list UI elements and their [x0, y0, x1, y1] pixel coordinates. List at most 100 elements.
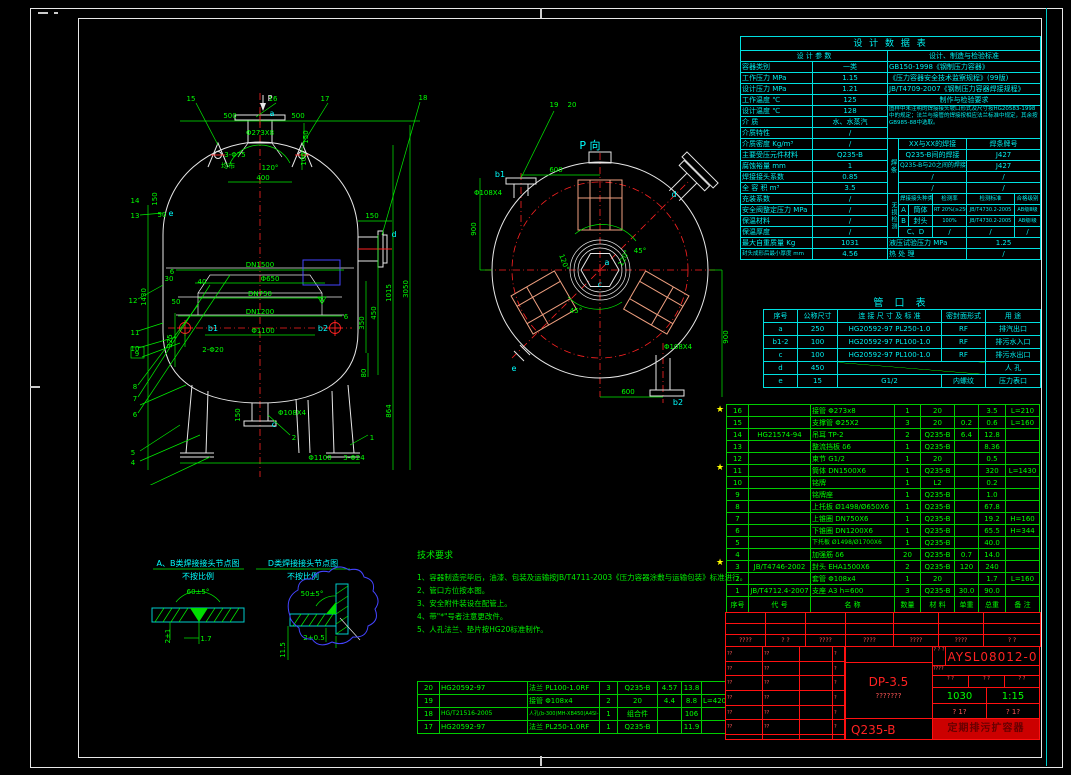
- cell: [748, 500, 811, 513]
- sig-cell: ??: [762, 660, 800, 677]
- svg-text:900: 900: [722, 330, 730, 343]
- svg-text:13: 13: [131, 212, 140, 220]
- cell: 内螺纹: [941, 374, 986, 388]
- cell: 20: [617, 694, 658, 708]
- svg-text:45°: 45°: [634, 247, 646, 255]
- cell: Q235-B: [920, 440, 955, 453]
- cell: 全 容 积 m³: [740, 182, 813, 194]
- front-labels: P 500 500 Φ273X8 a 150 100 3-Φ75 均布 120°…: [129, 94, 428, 467]
- cell: 法兰 PL250-1.0RF: [527, 720, 600, 734]
- cell: 240: [978, 560, 1006, 573]
- cell: Q235-B: [812, 149, 888, 161]
- p-view-title: P 向: [579, 138, 600, 152]
- cell: 筒体 DN1500X6: [810, 464, 895, 477]
- cell: 3: [894, 584, 921, 597]
- rev-header-cell: ? ?: [765, 634, 806, 647]
- cell: Q235-B: [617, 681, 658, 695]
- fab-header: 制作与检验要求: [886, 94, 1042, 106]
- tb-material-cell: Q235-B: [844, 718, 933, 740]
- svg-text:c: c: [272, 420, 276, 429]
- cell: 20: [920, 452, 955, 465]
- detail-ab: A、B类焊接接头节点图 不按比例 60±5° 1.7 2±1: [151, 558, 245, 644]
- cell: JB/T4746-2002: [748, 560, 811, 573]
- cell: 20: [920, 572, 955, 585]
- cell: [657, 720, 682, 734]
- cell: 20: [417, 681, 440, 695]
- cell: 腐蚀裕量 mm: [740, 160, 813, 172]
- cell: 12.8: [978, 428, 1006, 441]
- weld-details: A、B类焊接接头节点图 不按比例 60±5° 1.7 2±1 D类焊接接头节点图…: [151, 558, 379, 660]
- cell: 接管 Φ108x4: [527, 694, 600, 708]
- svg-text:325: 325: [166, 334, 174, 347]
- cell: 1: [812, 160, 888, 172]
- sig-cell: ??: [725, 719, 763, 736]
- tb-empty-cell: [844, 646, 933, 663]
- cell: 铭牌座: [810, 488, 895, 501]
- selection-box: [302, 259, 341, 286]
- cell: /: [932, 226, 967, 238]
- cell: /: [965, 182, 1042, 194]
- svg-text:均布: 均布: [221, 161, 235, 170]
- svg-text:3-Φ24: 3-Φ24: [343, 454, 365, 462]
- cell: 吊耳 TP-2: [810, 428, 895, 441]
- cell: 20: [894, 548, 921, 561]
- cell: 1.21: [812, 83, 888, 95]
- drawing-number: AYSL08012-0: [947, 650, 1038, 664]
- cell: L2: [920, 476, 955, 489]
- cell: Q235-B: [920, 548, 955, 561]
- detail-d-title: D类焊接接头节点图: [268, 558, 338, 568]
- cell: [954, 464, 979, 477]
- cell: 11: [726, 464, 749, 477]
- hydro-value: 1.25: [965, 237, 1042, 249]
- cell: 65.5: [978, 524, 1006, 537]
- svg-text:50: 50: [172, 298, 181, 306]
- svg-text:Φ108X4: Φ108X4: [474, 189, 503, 197]
- svg-text:400: 400: [256, 174, 269, 182]
- center-tick-left: [30, 386, 40, 388]
- cell: Q235-B: [617, 720, 658, 734]
- cell: 最大自重质量 Kg: [740, 237, 813, 249]
- svg-text:14: 14: [131, 197, 140, 205]
- rev-header-cell: ????: [938, 634, 984, 647]
- cell: 下托板 Ø1498/Ø1700X6: [810, 536, 895, 549]
- svg-text:20: 20: [568, 101, 577, 109]
- cell: 水、水蒸汽: [812, 116, 888, 128]
- cell: [657, 707, 682, 721]
- bom-star: ★: [716, 558, 725, 568]
- cell: 封头成形后最小厚度 mm: [740, 248, 813, 260]
- cell: [1005, 428, 1040, 441]
- electrode-header: 焊条牌号: [965, 138, 1042, 150]
- model-sub: ???????: [875, 692, 902, 700]
- title-block: ???? ? ? ???? ???? ???? ???? ? ? ????? ?…: [725, 612, 1041, 740]
- cell: [954, 536, 979, 549]
- cell: Q235-B: [920, 500, 955, 513]
- cell: 1: [894, 512, 921, 525]
- cell: [954, 404, 979, 417]
- cell: [748, 512, 811, 525]
- cell: 9: [726, 488, 749, 501]
- cell: 0.2: [978, 476, 1006, 489]
- cell: Q235-B: [920, 512, 955, 525]
- svg-text:100: 100: [300, 152, 308, 165]
- cell: /: [812, 127, 888, 139]
- svg-text:3050: 3050: [402, 280, 410, 298]
- cell: J427: [965, 149, 1042, 161]
- svg-text:b2: b2: [318, 324, 328, 333]
- ndt-header: 焊接接头种类: [898, 193, 933, 205]
- svg-text:6: 6: [344, 313, 349, 321]
- cell: 128: [812, 105, 888, 117]
- cell: 8.36: [978, 440, 1006, 453]
- sig-cell: ??: [725, 690, 763, 706]
- svg-text:e: e: [169, 209, 174, 218]
- cell: [1005, 548, 1040, 561]
- svg-text:2-Φ20: 2-Φ20: [202, 346, 223, 354]
- p-view: P 向 19 20 b1 Φ108X4 600 900 d b2 Φ108X4 …: [470, 101, 730, 407]
- svg-text:Φ650: Φ650: [261, 275, 280, 283]
- bom-header: 材 料: [920, 596, 955, 613]
- svg-text:1015: 1015: [385, 284, 393, 302]
- header-cell: 公称尺寸: [797, 309, 838, 323]
- svg-text:8: 8: [133, 383, 137, 391]
- cell: /: [812, 193, 888, 205]
- cell: 15: [797, 374, 838, 388]
- bom-header: 序号: [726, 596, 749, 613]
